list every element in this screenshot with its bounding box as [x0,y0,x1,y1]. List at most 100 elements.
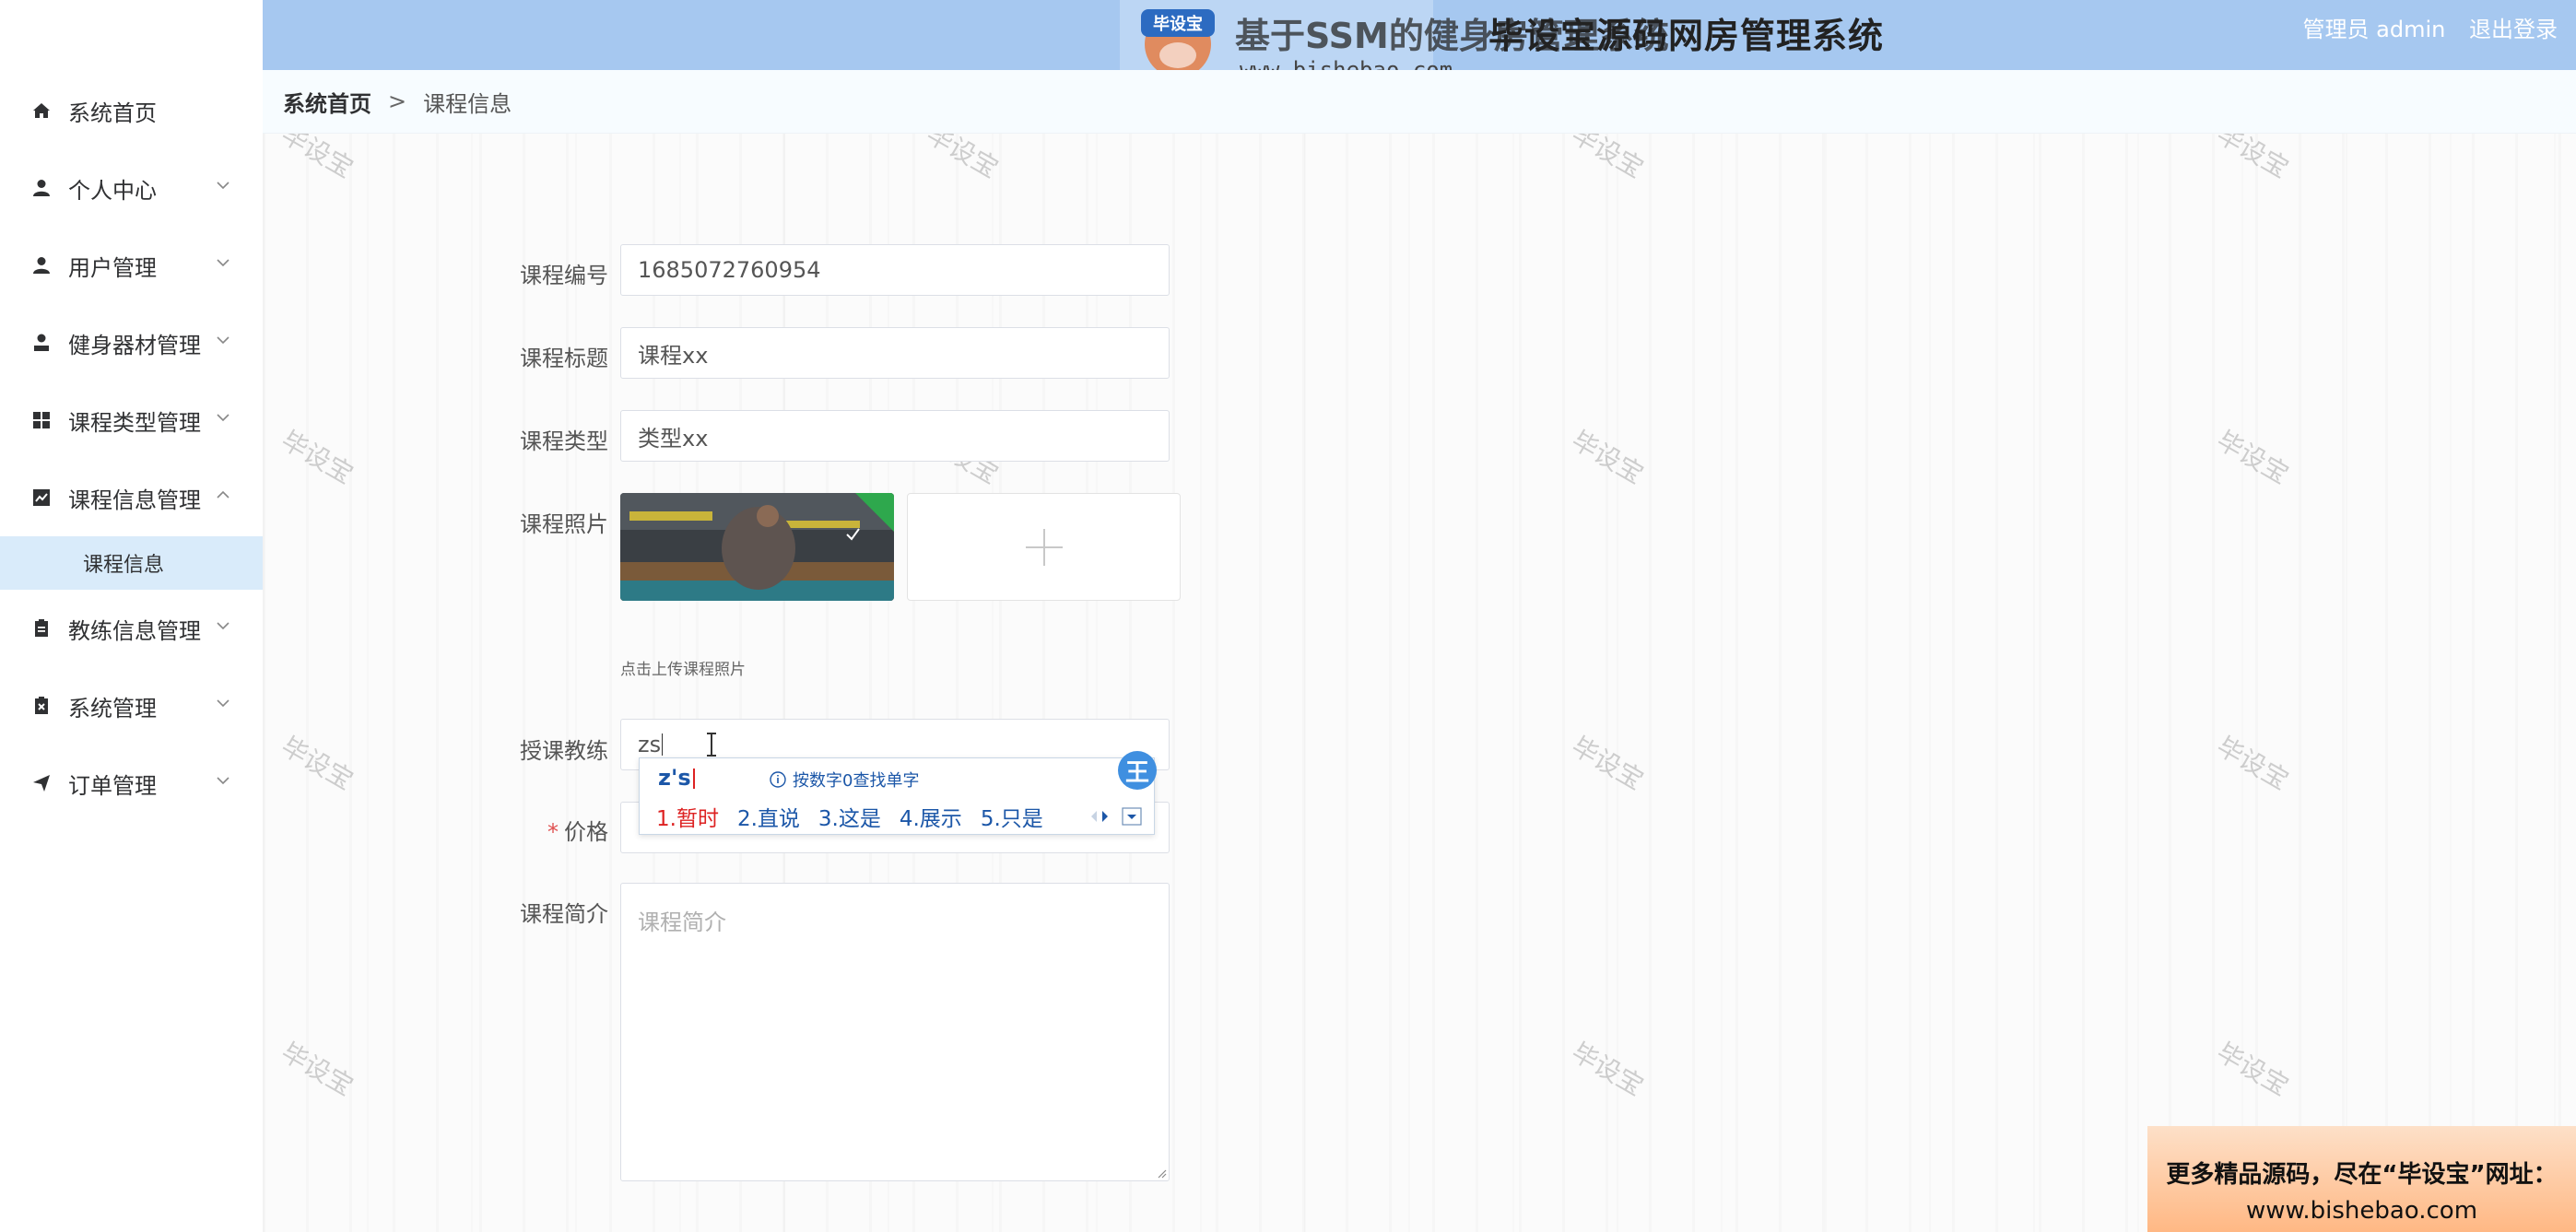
prev-page-icon[interactable] [1091,811,1097,822]
promo-line-2: www.bishebao.com [2245,1197,2478,1225]
watermark: 毕设宝 [1566,731,1649,796]
sidebar-item-course-type-management[interactable]: 课程类型管理 [0,381,263,459]
chevron-down-icon [217,622,229,630]
chevron-down-icon [217,336,229,345]
course-type-input[interactable]: 类型xx [620,410,1170,462]
user-label: 管理员 admin [2302,17,2446,42]
watermark: 毕设宝 [921,134,1004,184]
logout-link[interactable]: 退出登录 [2469,17,2558,42]
ime-hint: 按数字0查找单字 [769,768,919,792]
sidebar-item-label: 订单管理 [68,772,157,799]
sidebar-item-label: 用户管理 [68,254,157,281]
site-title: 毕设宝源码网房管理系统 [1488,7,1884,58]
sidebar-item-user-management[interactable]: 用户管理 [0,227,263,304]
sidebar-item-equipment-management[interactable]: 健身器材管理 [0,304,263,381]
course-photo-thumbnail[interactable] [620,493,894,601]
next-page-icon[interactable] [1102,811,1108,822]
clipboard-icon [30,617,53,639]
promo-banner[interactable]: 更多精品源码，尽在“毕设宝”网址： www.bishebao.com [2147,1126,2576,1232]
course-title-input[interactable]: 课程xx [620,327,1170,379]
send-icon [30,772,53,794]
breadcrumb-current: 课程信息 [423,90,512,117]
sidebar-item-label: 课程信息管理 [68,487,201,513]
watermark: 毕设宝 [2211,731,2294,796]
watermark: 毕设宝 [1566,425,1649,490]
info-icon [770,771,786,788]
chevron-up-icon [217,490,229,499]
watermark: 毕设宝 [276,425,359,490]
watermark: 毕设宝 [1566,1037,1649,1102]
site-title-main: 毕设宝源码网 [1488,16,1705,56]
resize-handle-icon[interactable] [1156,1167,1167,1179]
coach-label: 授课教练 [520,738,608,764]
course-title-label: 课程标题 [520,346,608,371]
breadcrumb-home[interactable]: 系统首页 [283,86,371,118]
ime-candidate[interactable]: 2.直说 [737,807,800,831]
watermark: 毕设宝 [276,1037,359,1102]
sidebar-item-order-management[interactable]: 订单管理 [0,745,263,822]
course-type-label: 课程类型 [520,428,608,454]
sidebar-item-label: 课程类型管理 [68,409,201,436]
ime-candidate[interactable]: 5.只是 [981,807,1043,831]
ime-candidate[interactable]: 1.暂时 [656,807,719,831]
watermark: 毕设宝 [2211,1037,2294,1102]
course-no-input[interactable]: 1685072760954 [620,244,1170,296]
intro-textarea[interactable]: 课程简介 [620,883,1170,1181]
upload-tip: 点击上传课程照片 [620,661,746,679]
watermark: 毕设宝 [276,731,359,796]
chevron-down-icon [217,777,229,785]
user-icon [30,254,53,276]
user-icon [30,177,53,199]
course-no-label: 课程编号 [520,263,608,288]
chart-icon [30,487,53,509]
ime-logo-icon[interactable]: 王 [1118,751,1157,790]
breadcrumb: 系统首页 > 课程信息 [263,70,2576,134]
watermark: 毕设宝 [276,134,359,184]
ime-composition: z's [658,765,695,791]
text-caret [662,733,664,756]
ime-candidate[interactable]: 3.这是 [818,807,881,831]
chevron-down-icon [217,259,229,267]
sidebar-item-label: 教练信息管理 [68,617,201,644]
clipboard-x-icon [30,695,53,717]
user-icon [30,332,53,354]
sidebar-item-label: 健身器材管理 [68,332,201,358]
ime-candidates: 1.暂时 2.直说 3.这是 4.展示 5.只是 [656,801,1062,832]
ime-caret [692,769,695,789]
coach-input-value: zs [638,732,662,757]
required-mark: * [547,819,559,845]
watermark: 毕设宝 [2211,425,2294,490]
sidebar: 系统首页 个人中心 用户管理 健身器材管理 课程类型管理 课程信息管理 课程信息… [0,0,264,1232]
plus-icon [1026,529,1063,566]
course-photo-label: 课程照片 [520,511,608,537]
logo-badge-text: 毕设宝 [1153,14,1203,34]
ime-composition-text: z's [658,765,691,791]
price-label: * 价格 [442,814,608,846]
price-label-text: 价格 [564,819,608,845]
sidebar-item-label: 系统管理 [68,695,157,722]
grid-icon [30,409,53,431]
ime-candidate[interactable]: 4.展示 [900,807,962,831]
upload-add-button[interactable] [907,493,1181,601]
home-icon [30,100,53,122]
sidebar-item-system-management[interactable]: 系统管理 [0,667,263,745]
site-title-suffix: 房管理系统 [1704,16,1885,56]
sidebar-item-coach-management[interactable]: 教练信息管理 [0,590,263,667]
user-area: 管理员 admin 退出登录 [2287,11,2558,43]
sidebar-item-personal-center[interactable]: 个人中心 [0,149,263,227]
sidebar-item-label: 系统首页 [68,100,157,126]
breadcrumb-separator: > [388,88,407,114]
chevron-down-icon [217,414,229,422]
sidebar-item-label: 个人中心 [68,177,157,204]
course-photo-image [620,493,894,601]
ibeam-cursor-icon [707,733,717,757]
ime-hint-text: 按数字0查找单字 [793,771,920,791]
sidebar-item-course-info-management[interactable]: 课程信息管理 [0,459,263,536]
promo-line-1: 更多精品源码，尽在“毕设宝”网址： [2166,1161,2558,1189]
sidebar-item-home[interactable]: 系统首页 [0,72,263,149]
ime-page-arrows [1091,807,1142,826]
ime-candidate-popup: z's 按数字0查找单字 1.暂时 2.直说 3.这是 4.展示 5.只是 [639,757,1155,835]
intro-label: 课程简介 [520,901,608,927]
sidebar-subitem-course-info[interactable]: 课程信息 [0,536,263,590]
sidebar-menu: 系统首页 个人中心 用户管理 健身器材管理 课程类型管理 课程信息管理 课程信息… [0,72,263,822]
